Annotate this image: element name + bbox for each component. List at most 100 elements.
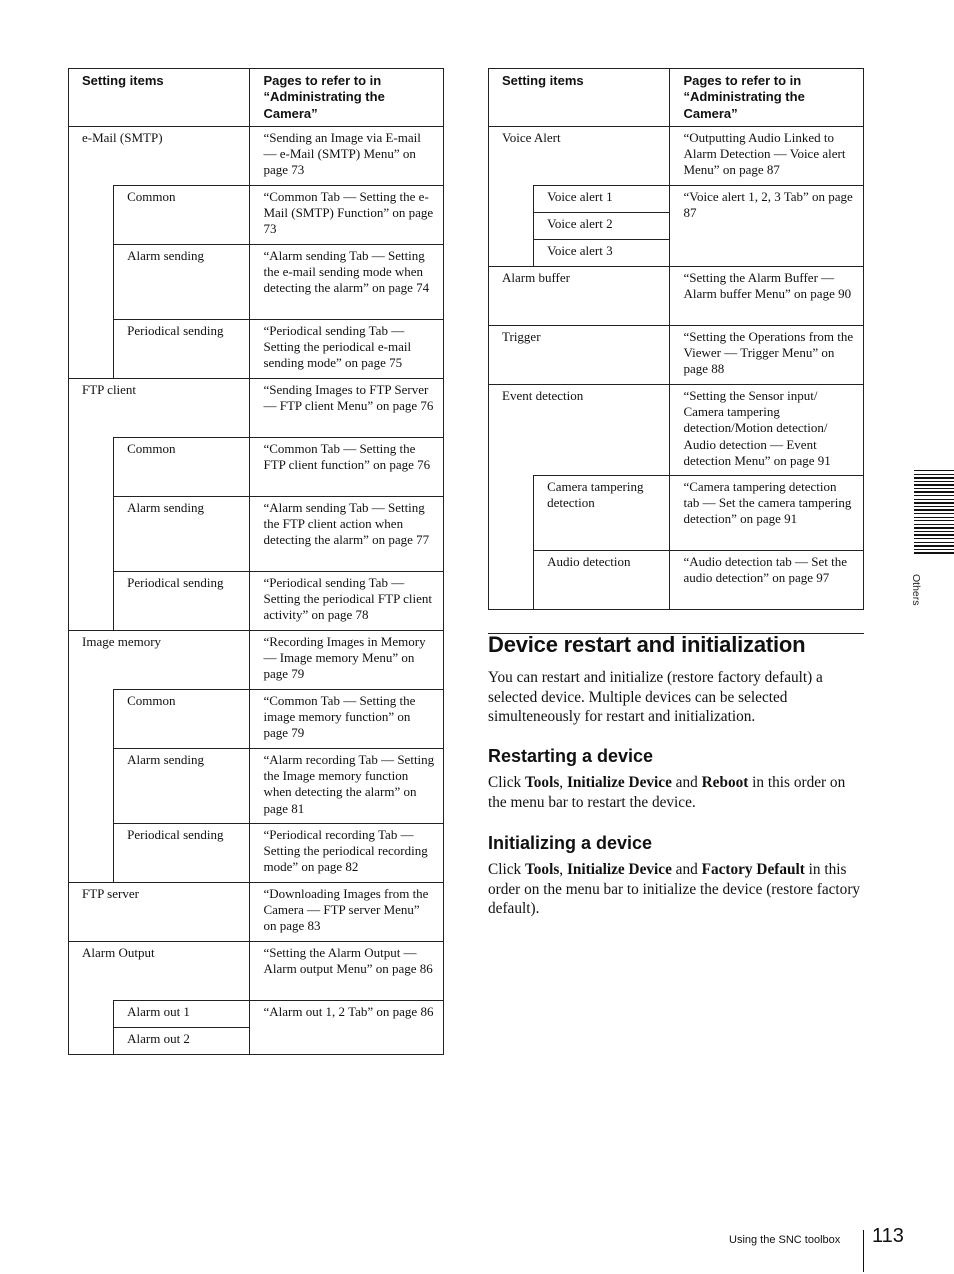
initialize-heading: Initializing a device — [488, 833, 653, 853]
text: , — [559, 861, 567, 878]
setting-item: Image memory — [67, 629, 251, 690]
table-row: FTP server “Downloading Images from the … — [67, 881, 444, 942]
table-header-row: Setting items Pages to refer to in “Admi… — [487, 68, 864, 127]
setting-subitem: Alarm sending — [113, 243, 251, 320]
setting-subitem: Voice alert 1 — [533, 184, 671, 213]
setting-item: Voice Alert — [487, 125, 671, 186]
header-setting-items: Setting items — [487, 68, 671, 127]
setting-subitem: Alarm out 1 — [113, 999, 251, 1028]
footer-section-name: Using the SNC toolbox — [729, 1234, 841, 1246]
thumb-index-marker — [914, 470, 954, 560]
table-row: Alarm out 1 “Alarm out 1, 2 Tab” on page… — [67, 999, 444, 1055]
restart-instructions: Click Tools, Initialize Device and Reboo… — [488, 773, 866, 812]
header-setting-items: Setting items — [67, 68, 251, 127]
header-pages-to-refer: Pages to refer to in “Administrating the… — [249, 68, 444, 127]
table-row: Common “Common Tab — Setting the image m… — [67, 688, 444, 883]
page-reference: “Outputting Audio Linked to Alarm Detect… — [669, 125, 864, 186]
initialize-instructions: Click Tools, Initialize Device and Facto… — [488, 860, 866, 919]
table-row: Alarm Output “Setting the Alarm Output —… — [67, 940, 444, 1001]
setting-subitem: Alarm sending — [113, 495, 251, 572]
setting-item: Alarm Output — [67, 940, 251, 1001]
page-reference: “Downloading Images from the Camera — FT… — [249, 881, 444, 942]
page-reference: “Common Tab — Setting the image memory f… — [249, 688, 444, 749]
page-reference: “Sending an Image via E-mail — e-Mail (S… — [249, 125, 444, 186]
table-row: Voice Alert “Outputting Audio Linked to … — [487, 125, 864, 186]
page-reference: “Common Tab — Setting the FTP client fun… — [249, 436, 444, 497]
page-reference: “Voice alert 1, 2, 3 Tab” on page 87 — [669, 184, 864, 267]
setting-subitem: Common — [113, 688, 251, 749]
page-reference: “Periodical recording Tab — Setting the … — [249, 822, 444, 883]
setting-subitem: Common — [113, 184, 251, 245]
table-row: FTP client “Sending Images to FTP Server… — [67, 377, 444, 438]
page-number: 113 — [872, 1225, 904, 1247]
table-row: Common “Common Tab — Setting the FTP cli… — [67, 436, 444, 631]
table-row: Periodical sending “Periodical sending T… — [69, 318, 444, 379]
table-row: Alarm sending “Alarm recording Tab — Set… — [69, 747, 444, 824]
setting-subitem: Periodical sending — [113, 822, 251, 883]
setting-subitem: Audio detection — [533, 549, 671, 610]
settings-reference-table-left: Setting items Pages to refer to in “Admi… — [67, 68, 444, 1055]
setting-subitem: Common — [113, 436, 251, 497]
table-row: e-Mail (SMTP) “Sending an Image via E-ma… — [67, 125, 444, 186]
restart-heading: Restarting a device — [488, 746, 654, 766]
setting-item: e-Mail (SMTP) — [67, 125, 251, 186]
setting-subitem: Periodical sending — [113, 318, 251, 379]
text: and — [671, 861, 702, 878]
header-pages-to-refer: Pages to refer to in “Administrating the… — [669, 68, 864, 127]
section-intro: You can restart and initialize (restore … — [488, 669, 823, 725]
text: , — [559, 774, 567, 791]
table-row: Camera tampering detection “Camera tampe… — [487, 474, 864, 610]
menu-initialize-device: Initialize Device — [566, 774, 672, 791]
page-reference: “Camera tampering detection tab — Set th… — [669, 474, 864, 551]
page-reference: “Alarm out 1, 2 Tab” on page 86 — [249, 999, 444, 1055]
page-reference: “Periodical sending Tab — Setting the pe… — [249, 570, 444, 631]
setting-subitem: Voice alert 2 — [533, 211, 671, 240]
table-row: Image memory “Recording Images in Memory… — [67, 629, 444, 690]
setting-item: FTP server — [67, 881, 251, 942]
table-header-row: Setting items Pages to refer to in “Admi… — [67, 68, 444, 127]
page-reference: “Recording Images in Memory — Image memo… — [249, 629, 444, 690]
setting-subitem: Camera tampering detection — [533, 474, 671, 551]
text: and — [671, 774, 702, 791]
setting-subitem: Alarm out 2 — [113, 1026, 251, 1055]
table-row: Alarm sending “Alarm sending Tab — Setti… — [69, 495, 444, 572]
setting-item: Trigger — [487, 324, 671, 385]
page-reference: “Alarm sending Tab — Setting the FTP cli… — [249, 495, 444, 572]
page-reference: “Setting the Operations from the Viewer … — [669, 324, 864, 385]
table-row: Periodical sending “Periodical sending T… — [69, 570, 444, 631]
table-row: Periodical sending “Periodical recording… — [69, 822, 444, 883]
setting-item: FTP client — [67, 377, 251, 438]
page-reference: “Common Tab — Setting the e-Mail (SMTP) … — [249, 184, 444, 245]
page-reference: “Alarm sending Tab — Setting the e-mail … — [249, 243, 444, 320]
menu-reboot: Reboot — [701, 774, 749, 791]
page-reference: “Setting the Alarm Output — Alarm output… — [249, 940, 444, 1001]
footer-divider — [863, 1230, 864, 1272]
page-reference: “Audio detection tab — Set the audio det… — [669, 549, 864, 610]
setting-subitem: Voice alert 3 — [533, 238, 671, 267]
setting-subitem: Alarm sending — [113, 747, 251, 824]
menu-tools: Tools — [524, 774, 560, 791]
table-row: Voice alert 1 “Voice alert 1, 2, 3 Tab” … — [487, 184, 864, 267]
text: Click — [488, 774, 525, 791]
menu-initialize-device: Initialize Device — [566, 861, 672, 878]
section-title: Device restart and initialization — [488, 632, 806, 657]
table-row: Alarm buffer “Setting the Alarm Buffer —… — [487, 265, 864, 326]
table-row: Trigger “Setting the Operations from the… — [487, 324, 864, 385]
table-row: Alarm sending “Alarm sending Tab — Setti… — [69, 243, 444, 320]
menu-tools: Tools — [524, 861, 560, 878]
setting-subitem: Periodical sending — [113, 570, 251, 631]
table-row: Audio detection “Audio detection tab — S… — [489, 549, 864, 610]
settings-reference-table-right: Setting items Pages to refer to in “Admi… — [487, 68, 864, 610]
table-row: Common “Common Tab — Setting the e-Mail … — [67, 184, 444, 379]
menu-factory-default: Factory Default — [701, 861, 805, 878]
page-reference: “Sending Images to FTP Server — FTP clie… — [249, 377, 444, 438]
page-reference: “Periodical sending Tab — Setting the pe… — [249, 318, 444, 379]
text: Click — [488, 861, 525, 878]
page-reference: “Alarm recording Tab — Setting the Image… — [249, 747, 444, 824]
setting-item: Event detection — [487, 383, 671, 476]
table-row: Event detection “Setting the Sensor inpu… — [487, 383, 864, 476]
page-reference: “Setting the Alarm Buffer — Alarm buffer… — [669, 265, 864, 326]
setting-item: Alarm buffer — [487, 265, 671, 326]
page-reference: “Setting the Sensor input/ Camera tamper… — [669, 383, 864, 476]
side-tab-label: Others — [910, 574, 922, 606]
